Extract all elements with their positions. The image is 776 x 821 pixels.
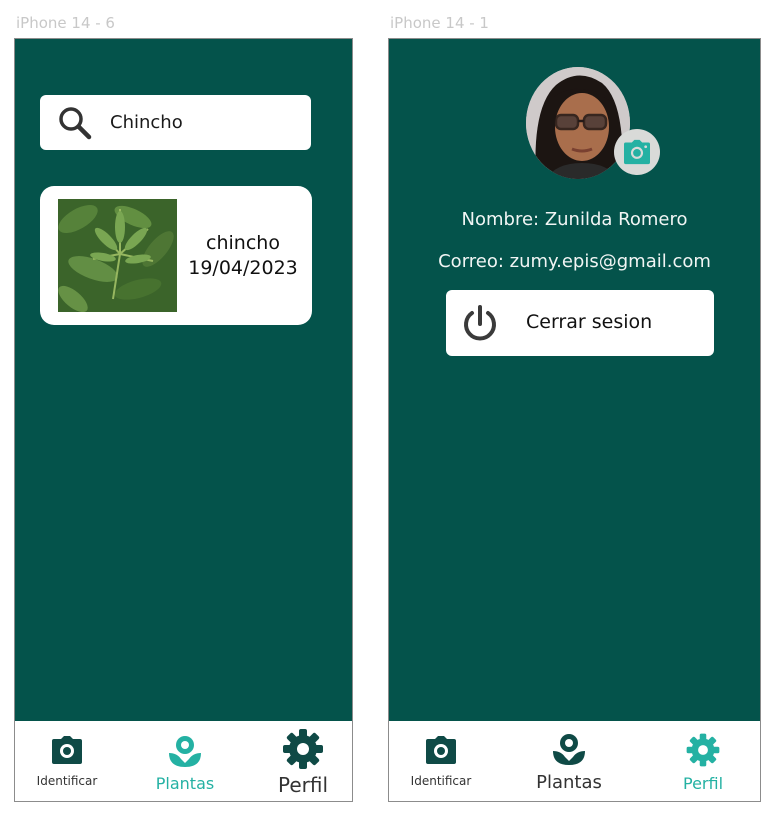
profile-name: Nombre: Zunilda Romero bbox=[461, 209, 688, 230]
search-box[interactable] bbox=[40, 95, 311, 150]
plant-name: chincho bbox=[206, 232, 280, 254]
camera-icon bbox=[426, 736, 456, 764]
avatar[interactable] bbox=[526, 67, 630, 179]
profile-email: Correo: zumy.epis@gmail.com bbox=[438, 251, 711, 272]
search-icon[interactable] bbox=[56, 104, 94, 142]
nav-label-identify: Identificar bbox=[410, 774, 472, 788]
nav-item-plants[interactable]: Plantas bbox=[147, 721, 223, 801]
nav-label-plants: Plantas bbox=[536, 772, 602, 793]
camera-icon bbox=[52, 736, 82, 764]
flower-icon bbox=[553, 734, 585, 765]
nav-item-identify[interactable]: Identificar bbox=[29, 721, 105, 801]
power-icon bbox=[464, 305, 496, 341]
nav-label-plants: Plantas bbox=[155, 774, 215, 793]
camera-icon bbox=[624, 139, 650, 165]
plant-date: 19/04/2023 bbox=[188, 257, 298, 279]
phone-screen-profile: Nombre: Zunilda Romero Correo: zumy.epis… bbox=[388, 38, 761, 802]
gear-icon bbox=[283, 729, 323, 769]
nav-item-profile[interactable]: Perfil bbox=[663, 721, 743, 801]
nav-label-identify: Identificar bbox=[36, 774, 98, 788]
nav-item-plants[interactable]: Plantas bbox=[529, 721, 609, 801]
flower-icon bbox=[169, 736, 201, 767]
change-photo-button[interactable] bbox=[614, 129, 660, 175]
nav-item-profile[interactable]: Perfil bbox=[263, 721, 343, 801]
plant-card[interactable]: chincho 19/04/2023 bbox=[40, 186, 312, 325]
logout-button[interactable]: Cerrar sesion bbox=[446, 290, 714, 356]
logout-label: Cerrar sesion bbox=[526, 311, 653, 333]
plant-photo bbox=[58, 199, 177, 312]
nav-label-profile: Perfil bbox=[277, 773, 329, 797]
nav-label-profile: Perfil bbox=[682, 774, 724, 793]
phone-screen-plants: chincho 19/04/2023 Identificar Plantas bbox=[14, 38, 353, 802]
bottom-nav: Identificar Plantas Perfil bbox=[15, 721, 352, 801]
bottom-nav: Identificar Plantas Perfil bbox=[389, 721, 760, 801]
frame-label-right: iPhone 14 - 1 bbox=[390, 14, 489, 32]
gear-icon bbox=[686, 733, 720, 767]
search-input[interactable] bbox=[108, 111, 292, 134]
nav-item-identify[interactable]: Identificar bbox=[403, 721, 479, 801]
frame-label-left: iPhone 14 - 6 bbox=[16, 14, 115, 32]
